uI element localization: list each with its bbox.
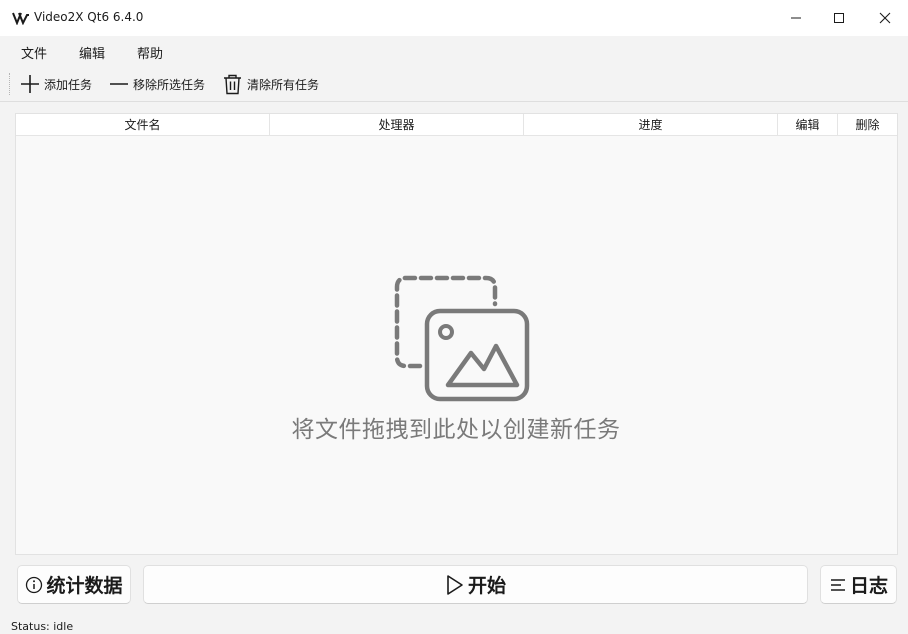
play-icon xyxy=(447,574,463,595)
main-window: Video2X Qt6 6.4.0 文件 编辑 帮助 添加任务 移除所选任务 清… xyxy=(0,0,908,634)
column-delete[interactable]: 删除 xyxy=(838,114,897,136)
maximize-button[interactable] xyxy=(816,0,862,36)
stats-button[interactable]: 统计数据 xyxy=(17,565,131,604)
stats-label: 统计数据 xyxy=(46,575,123,597)
clear-all-label: 清除所有任务 xyxy=(247,77,320,92)
toolbar-grip[interactable] xyxy=(9,73,11,95)
add-task-label: 添加任务 xyxy=(44,77,93,92)
image-drop-icon xyxy=(394,275,530,402)
close-icon xyxy=(879,12,891,24)
clear-all-button[interactable]: 清除所有任务 xyxy=(222,72,319,96)
remove-selected-label: 移除所选任务 xyxy=(133,77,206,92)
table-header: 文件名 处理器 进度 编辑 删除 xyxy=(16,114,897,136)
window-title: Video2X Qt6 6.4.0 xyxy=(34,10,144,24)
title-bar[interactable]: Video2X Qt6 6.4.0 xyxy=(0,0,908,36)
drop-zone-message: 将文件拖拽到此处以创建新任务 xyxy=(291,417,621,443)
close-button[interactable] xyxy=(862,0,908,36)
menu-edit[interactable]: 编辑 xyxy=(79,43,105,62)
column-progress[interactable]: 进度 xyxy=(524,114,778,136)
trash-icon xyxy=(224,74,241,95)
column-edit[interactable]: 编辑 xyxy=(778,114,838,136)
info-icon xyxy=(26,576,43,593)
list-icon xyxy=(830,578,845,591)
toolbar: 添加任务 移除所选任务 清除所有任务 xyxy=(0,66,908,102)
column-processor[interactable]: 处理器 xyxy=(270,114,524,136)
start-label: 开始 xyxy=(467,575,506,597)
task-table[interactable]: 文件名 处理器 进度 编辑 删除 将文件拖拽到此处以创建新任务 xyxy=(15,113,898,555)
status-bar-text: Status: idle xyxy=(11,620,74,633)
video2x-logo-icon xyxy=(12,12,29,25)
drop-zone[interactable]: 将文件拖拽到此处以创建新任务 xyxy=(286,274,626,444)
maximize-icon xyxy=(834,13,844,23)
minimize-icon xyxy=(791,17,801,19)
start-button[interactable]: 开始 xyxy=(143,565,808,604)
menu-help[interactable]: 帮助 xyxy=(137,43,163,62)
log-label: 日志 xyxy=(849,575,888,597)
menu-bar: 文件 编辑 帮助 xyxy=(0,36,908,66)
minimize-button[interactable] xyxy=(773,0,819,36)
log-button[interactable]: 日志 xyxy=(820,565,897,604)
remove-selected-button[interactable]: 移除所选任务 xyxy=(109,72,205,96)
plus-icon xyxy=(21,75,39,93)
add-task-button[interactable]: 添加任务 xyxy=(20,72,92,96)
menu-file[interactable]: 文件 xyxy=(21,43,47,62)
minus-icon xyxy=(110,83,128,85)
column-filename[interactable]: 文件名 xyxy=(16,114,270,136)
